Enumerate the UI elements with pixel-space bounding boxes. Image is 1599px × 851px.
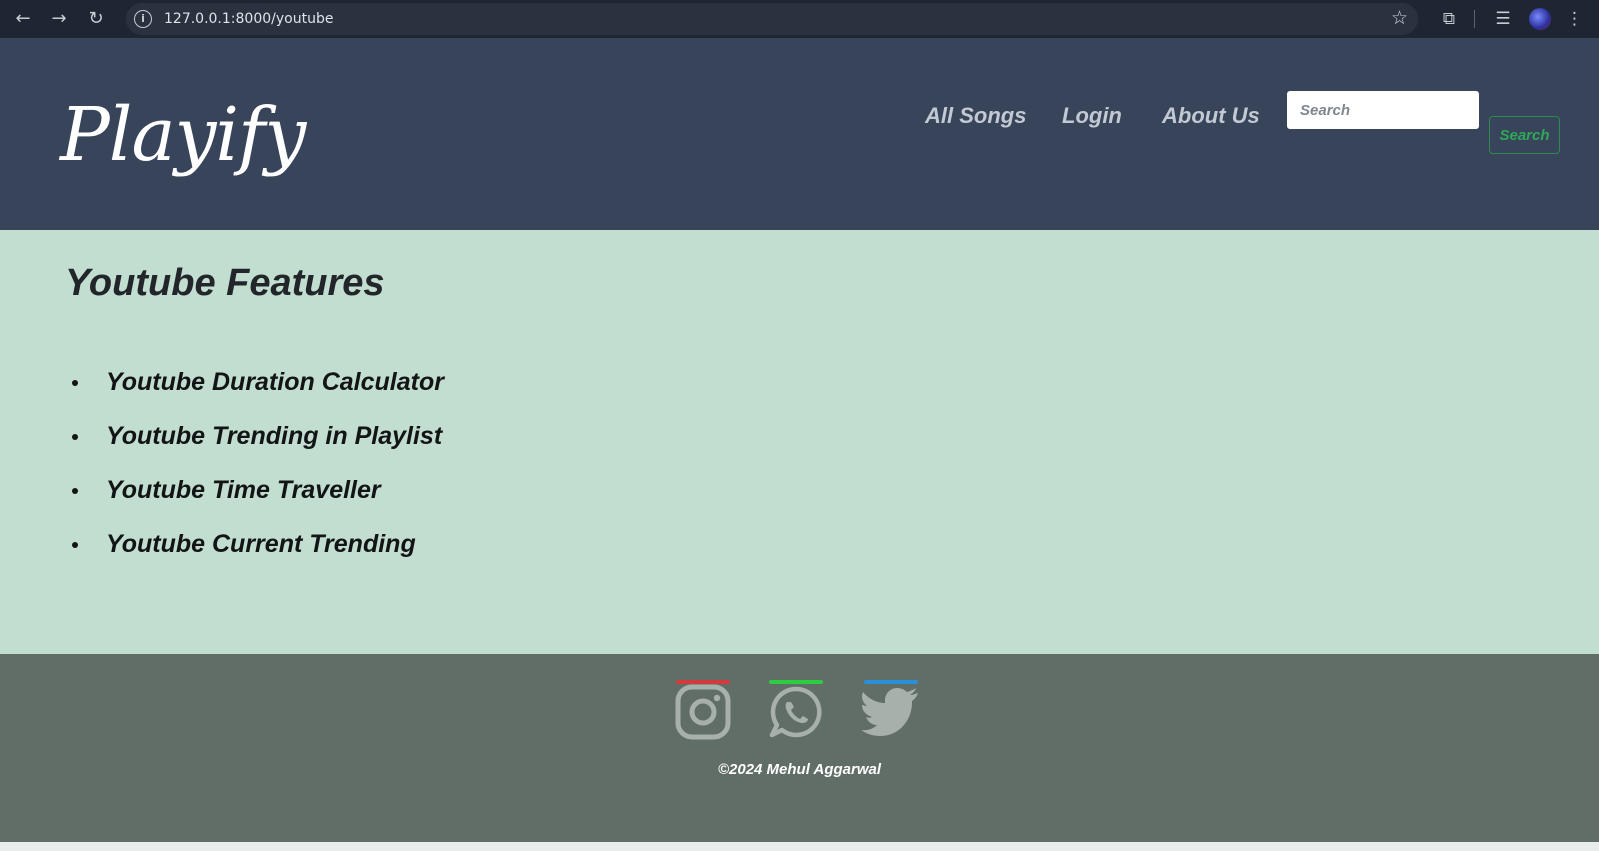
whatsapp-icon — [769, 686, 822, 738]
extensions-icon[interactable]: ⧉ — [1436, 6, 1462, 32]
feature-item-time-traveller[interactable]: Youtube Time Traveller — [72, 476, 444, 530]
feature-list: Youtube Duration Calculator Youtube Tren… — [72, 368, 444, 584]
forward-icon[interactable]: → — [46, 6, 72, 32]
url-text[interactable]: 127.0.0.1:8000/youtube — [164, 11, 333, 27]
feature-item-current-trending[interactable]: Youtube Current Trending — [72, 530, 444, 584]
copyright-text: ©2024 Mehul Aggarwal — [717, 761, 882, 778]
feature-label[interactable]: Youtube Time Traveller — [106, 476, 381, 504]
main-content: Youtube Features Youtube Duration Calcul… — [0, 230, 1599, 654]
page-title: Youtube Features — [65, 262, 385, 304]
search-button[interactable]: Search — [1489, 116, 1560, 154]
info-icon[interactable]: i — [134, 10, 152, 28]
feature-label[interactable]: Youtube Duration Calculator — [106, 368, 444, 396]
list-bullet — [72, 488, 78, 494]
nav-link-login[interactable]: Login — [1062, 103, 1122, 129]
twitter-icon — [862, 688, 918, 736]
reading-list-icon[interactable]: ☰ — [1490, 6, 1516, 32]
feature-item-trending-in-playlist[interactable]: Youtube Trending in Playlist — [72, 422, 444, 476]
profile-avatar[interactable] — [1529, 8, 1551, 30]
reload-icon[interactable]: ↻ — [83, 6, 109, 32]
feature-label[interactable]: Youtube Trending in Playlist — [106, 422, 442, 450]
list-bullet — [72, 380, 78, 386]
list-bullet — [72, 434, 78, 440]
address-bar[interactable]: i 127.0.0.1:8000/youtube ☆ — [126, 3, 1418, 35]
site-logo[interactable]: Playify — [60, 92, 306, 178]
back-icon[interactable]: ← — [10, 6, 36, 32]
search-input[interactable] — [1287, 91, 1479, 129]
whatsapp-link[interactable] — [767, 680, 825, 740]
toolbar-divider — [1474, 10, 1475, 28]
nav-link-all-songs[interactable]: All Songs — [925, 103, 1026, 129]
nav-link-about-us[interactable]: About Us — [1162, 103, 1260, 129]
window-bottom-edge — [0, 842, 1599, 851]
menu-icon[interactable]: ⋮ — [1566, 6, 1583, 32]
instagram-link[interactable] — [674, 680, 732, 740]
list-bullet — [72, 542, 78, 548]
instagram-icon — [675, 684, 731, 740]
browser-toolbar: ← → ↻ i 127.0.0.1:8000/youtube ☆ ⧉ ☰ ⋮ — [0, 0, 1599, 38]
twitter-link[interactable] — [862, 680, 920, 740]
site-footer: ©2024 Mehul Aggarwal — [0, 654, 1599, 842]
bookmark-star-icon[interactable]: ☆ — [1391, 7, 1408, 29]
feature-label[interactable]: Youtube Current Trending — [106, 530, 416, 558]
feature-item-duration-calculator[interactable]: Youtube Duration Calculator — [72, 368, 444, 422]
site-header: Playify All Songs Login About Us Search — [0, 38, 1599, 230]
